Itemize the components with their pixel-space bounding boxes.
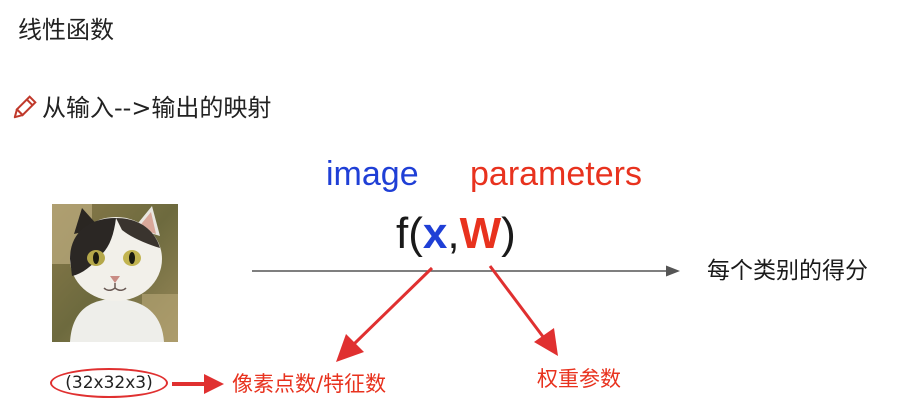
arrows-layer [172,265,680,394]
dims-arrow [172,374,224,394]
mapping-arrow [252,265,680,277]
w-arrow [488,265,558,356]
x-arrow [336,266,434,362]
